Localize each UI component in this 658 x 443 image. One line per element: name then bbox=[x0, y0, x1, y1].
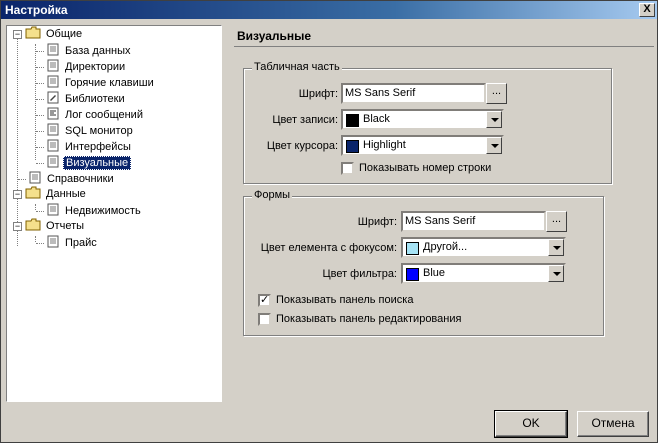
library-icon bbox=[47, 91, 59, 104]
forms-settings-group: Формы Шрифт: MS Sans Serif ... Цвет елем… bbox=[243, 189, 604, 336]
record-color-select[interactable]: Black bbox=[341, 109, 504, 130]
tree-line bbox=[35, 44, 36, 160]
tree-line bbox=[35, 236, 36, 242]
color-swatch bbox=[406, 268, 419, 281]
chevron-down-icon[interactable] bbox=[486, 111, 502, 128]
table-font-label: Шрифт: bbox=[298, 88, 338, 100]
color-swatch bbox=[346, 114, 359, 127]
settings-dialog: Настройка X − Общие База данных Директор… bbox=[0, 0, 658, 443]
tree-node-interfaces[interactable]: Интерфейсы bbox=[47, 139, 133, 155]
tree-line bbox=[17, 38, 18, 246]
chevron-down-icon[interactable] bbox=[548, 265, 564, 282]
filter-color-select[interactable]: Blue bbox=[401, 263, 566, 284]
chevron-down-icon[interactable] bbox=[486, 137, 502, 154]
ok-button[interactable]: OK bbox=[494, 410, 568, 438]
panel-header: Визуальные bbox=[234, 24, 654, 47]
collapse-reports-toggle[interactable]: − bbox=[13, 222, 22, 231]
table-font-browse-button[interactable]: ... bbox=[486, 83, 507, 104]
tree-node-sql-monitor[interactable]: SQL монитор bbox=[47, 123, 135, 139]
document-icon bbox=[47, 155, 59, 168]
tree-node-real-estate[interactable]: Недвижимость bbox=[47, 203, 143, 219]
show-search-panel-label: Показывать панель поиска bbox=[276, 294, 414, 306]
tree-node-hotkeys[interactable]: Горячие клавиши bbox=[47, 75, 156, 91]
document-icon bbox=[29, 171, 41, 184]
tree-branch bbox=[36, 131, 44, 132]
table-settings-group: Табличная часть Шрифт: MS Sans Serif ...… bbox=[243, 61, 612, 184]
tree-node-data[interactable]: Данные bbox=[25, 186, 88, 202]
tree-node-database[interactable]: База данных bbox=[47, 43, 133, 59]
log-icon bbox=[47, 107, 59, 120]
show-row-number-checkbox[interactable] bbox=[341, 162, 354, 175]
collapse-data-toggle[interactable]: − bbox=[13, 190, 22, 199]
tree-node-directories[interactable]: Директории bbox=[47, 59, 127, 75]
cursor-color-select[interactable]: Highlight bbox=[341, 135, 504, 156]
tree-branch bbox=[36, 147, 44, 148]
collapse-general-toggle[interactable]: − bbox=[13, 30, 22, 39]
document-icon bbox=[47, 43, 59, 56]
focus-color-value: Другой... bbox=[423, 241, 468, 253]
document-icon bbox=[47, 139, 59, 152]
filter-color-label: Цвет фильтра: bbox=[322, 268, 397, 280]
record-color-value: Black bbox=[363, 113, 390, 125]
tree-branch bbox=[18, 179, 26, 180]
table-font-field[interactable]: MS Sans Serif bbox=[341, 83, 486, 104]
forms-font-field[interactable]: MS Sans Serif bbox=[401, 211, 546, 232]
tree-node-visual[interactable]: Визуальные bbox=[47, 155, 132, 171]
tree-node-price[interactable]: Прайс bbox=[47, 235, 99, 251]
tree-branch bbox=[36, 243, 44, 244]
show-edit-panel-checkbox[interactable] bbox=[258, 313, 271, 326]
show-search-panel-checkbox[interactable]: ✓ bbox=[258, 294, 271, 307]
show-edit-panel-label: Показывать панель редактирования bbox=[276, 313, 462, 325]
show-row-number-label: Показывать номер строки bbox=[359, 162, 492, 174]
document-icon bbox=[47, 123, 59, 136]
panel-title: Визуальные bbox=[237, 29, 312, 43]
table-group-legend: Табличная часть bbox=[252, 61, 342, 73]
color-swatch bbox=[406, 242, 419, 255]
document-icon bbox=[47, 59, 59, 72]
tree-node-reference[interactable]: Справочники bbox=[29, 171, 116, 187]
cursor-color-value: Highlight bbox=[363, 139, 406, 151]
forms-group-legend: Формы bbox=[252, 189, 293, 201]
folder-icon bbox=[25, 26, 41, 39]
cursor-color-label: Цвет курсора: bbox=[266, 140, 338, 152]
tree-node-message-log[interactable]: Лог сообщений bbox=[47, 107, 145, 123]
tree-branch bbox=[36, 51, 44, 52]
folder-icon bbox=[25, 218, 41, 231]
record-color-label: Цвет записи: bbox=[272, 114, 338, 126]
document-icon bbox=[47, 75, 59, 88]
tree-branch bbox=[36, 99, 44, 100]
title-bar: Настройка X bbox=[1, 1, 657, 19]
tree-branch bbox=[36, 115, 44, 116]
folder-icon bbox=[25, 186, 41, 199]
chevron-down-icon[interactable] bbox=[548, 239, 564, 256]
tree-branch bbox=[36, 211, 44, 212]
tree-node-general[interactable]: Общие bbox=[25, 26, 84, 42]
tree-branch bbox=[36, 83, 44, 84]
document-icon bbox=[47, 235, 59, 248]
tree-node-libraries[interactable]: Библиотеки bbox=[47, 91, 127, 107]
forms-font-label: Шрифт: bbox=[357, 216, 397, 228]
document-icon bbox=[47, 203, 59, 216]
focus-color-label: Цвет елемента с фокусом: bbox=[260, 242, 397, 254]
forms-font-browse-button[interactable]: ... bbox=[546, 211, 567, 232]
tree-branch bbox=[36, 163, 44, 164]
settings-tree[interactable]: − Общие База данных Директории Горячие к… bbox=[6, 25, 222, 402]
focus-color-select[interactable]: Другой... bbox=[401, 237, 566, 258]
color-swatch bbox=[346, 140, 359, 153]
tree-line bbox=[35, 204, 36, 210]
tree-branch bbox=[36, 67, 44, 68]
tree-node-reports[interactable]: Отчеты bbox=[25, 218, 86, 234]
filter-color-value: Blue bbox=[423, 267, 446, 279]
close-button[interactable]: X bbox=[639, 3, 655, 17]
cancel-button[interactable]: Отмена bbox=[577, 411, 649, 437]
window-title: Настройка bbox=[5, 3, 68, 17]
